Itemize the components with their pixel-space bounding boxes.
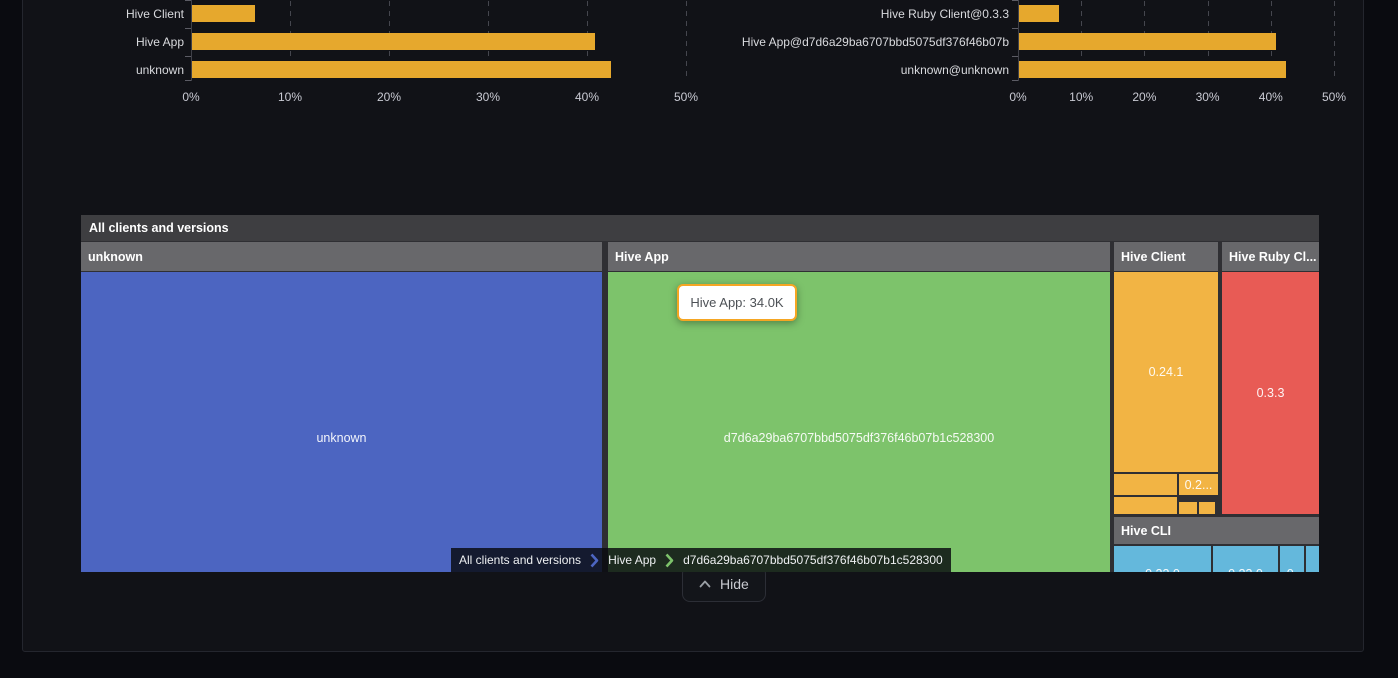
treemap-cell[interactable]: 0.2... [1179, 474, 1218, 495]
treemap-section-header[interactable]: Hive App [608, 242, 1110, 271]
gridline [686, 0, 687, 81]
x-axis-tick-label: 30% [466, 90, 510, 105]
treemap-cell-label: 0.2... [1185, 478, 1213, 492]
treemap-section-header[interactable]: Hive Ruby Cl... [1222, 242, 1319, 271]
x-axis-tick-label: 10% [268, 90, 312, 105]
treemap-cell[interactable]: 0. [1280, 546, 1304, 572]
x-axis-tick-label: 40% [565, 90, 609, 105]
x-axis-tick-label: 50% [664, 90, 708, 105]
chevron-right-icon [589, 548, 600, 572]
breadcrumb-item-root[interactable]: All clients and versions [451, 548, 589, 572]
treemap-cell[interactable]: 0.23.0 [1213, 546, 1278, 572]
x-axis-tick-label: 20% [367, 90, 411, 105]
treemap-cell-label: d7d6a29ba6707bbd5075df376f46b07b1c528300 [724, 431, 994, 445]
treemap-cell-label: unknown [316, 431, 366, 445]
treemap-cell[interactable]: 0.23.0 [1114, 546, 1211, 572]
x-axis-tick-label: 40% [1249, 90, 1293, 105]
treemap-cell-label: 0.24.1 [1149, 365, 1184, 379]
treemap-cell-label: 0.23.0 [1145, 567, 1180, 572]
y-axis-tick [185, 56, 191, 57]
chevron-right-icon [664, 548, 675, 572]
x-axis-tick-label: 0% [169, 90, 213, 105]
bar[interactable] [192, 61, 611, 78]
category-label: Hive Client [23, 6, 184, 22]
category-label: Hive App [23, 34, 184, 50]
treemap-root-header: All clients and versions [81, 215, 1319, 241]
treemap-cell-label: 0. [1287, 567, 1297, 572]
y-axis-tick [1012, 56, 1018, 57]
treemap-cell[interactable]: unknown [81, 272, 602, 572]
y-axis-tick [185, 28, 191, 29]
treemap-cell[interactable] [1114, 474, 1177, 495]
treemap-tooltip: Hive App: 34.0K [677, 284, 797, 321]
x-axis-tick-label: 10% [1059, 90, 1103, 105]
bar[interactable] [192, 33, 595, 50]
treemap-section-header[interactable]: Hive CLI [1114, 517, 1319, 544]
gridline [1334, 0, 1335, 81]
bar[interactable] [1019, 33, 1276, 50]
bar[interactable] [192, 5, 255, 22]
y-axis-tick [1012, 80, 1018, 81]
breadcrumb-item-version[interactable]: d7d6a29ba6707bbd5075df376f46b07b1c528300 [675, 548, 951, 572]
bar-chart-clients: 0%10%20%30%40%50%Hive Ruby ClientHive Cl… [23, 0, 721, 111]
category-label: Hive App@d7d6a29ba6707bbd5075df376f46b07… [721, 34, 1009, 50]
y-axis-tick [185, 0, 191, 1]
bar[interactable] [1019, 61, 1286, 78]
treemap-cell-label: 0.3.3 [1257, 386, 1285, 400]
y-axis-tick [185, 80, 191, 81]
y-axis-tick [1012, 28, 1018, 29]
bar[interactable] [1019, 5, 1059, 22]
treemap-all-clients: All clients and versions unknownunknownH… [81, 215, 1319, 572]
treemap-cell[interactable] [1306, 546, 1319, 572]
x-axis-tick-label: 50% [1312, 90, 1356, 105]
category-label: unknown [23, 62, 184, 78]
tooltip-text: Hive App: 34.0K [690, 295, 783, 310]
hide-button-label: Hide [720, 576, 749, 592]
treemap-cell[interactable]: 0.3.3 [1222, 272, 1319, 514]
breadcrumb: All clients and versions Hive App d7d6a2… [451, 548, 951, 572]
treemap-cell[interactable] [1199, 502, 1215, 514]
category-label: unknown@unknown [721, 62, 1009, 78]
treemap-cell[interactable] [1114, 497, 1177, 514]
treemap-cell[interactable] [1179, 502, 1197, 514]
chevron-up-icon [699, 580, 711, 588]
treemap-cell-label: 0.23.0 [1228, 567, 1263, 572]
treemap-cell[interactable]: 0.24.1 [1114, 272, 1218, 472]
x-axis-tick-label: 0% [996, 90, 1040, 105]
y-axis-tick [1012, 0, 1018, 1]
x-axis-tick-label: 30% [1186, 90, 1230, 105]
breadcrumb-item-client[interactable]: Hive App [600, 548, 664, 572]
treemap-section-header[interactable]: Hive Client [1114, 242, 1218, 271]
x-axis-tick-label: 20% [1122, 90, 1166, 105]
treemap-section-header[interactable]: unknown [81, 242, 602, 271]
bar-chart-client-versions: 0%10%20%30%40%50%Hive Client@0.24.1Hive … [721, 0, 1398, 111]
category-label: Hive Ruby Client@0.3.3 [721, 6, 1009, 22]
